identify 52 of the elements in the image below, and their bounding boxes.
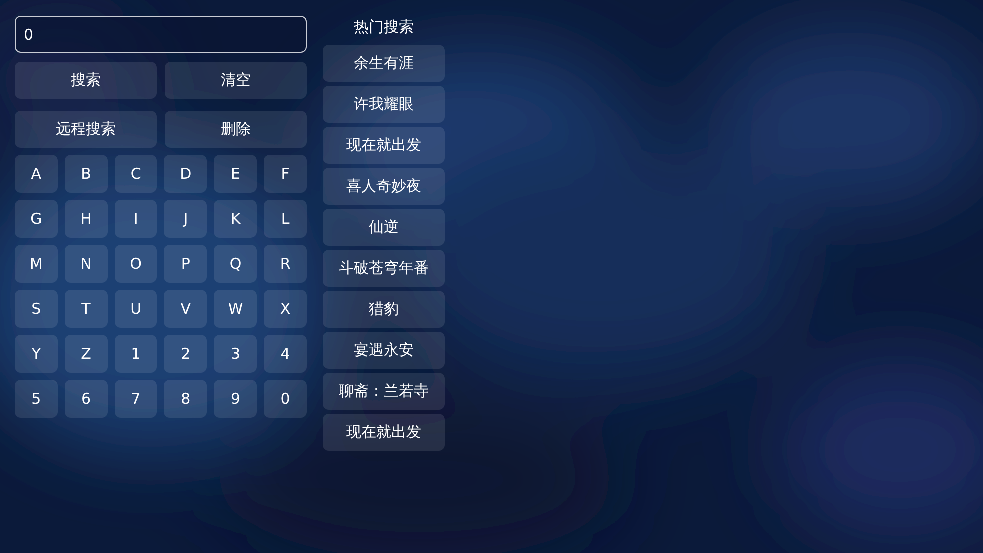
hot-search-item[interactable]: 宴遇永安 [323,332,445,369]
hot-search-item[interactable]: 聊斋：兰若寺 [323,373,445,410]
key-button[interactable]: T [64,290,108,328]
key-button[interactable]: 6 [64,380,108,418]
hot-search-title: 热门搜索 [353,17,415,38]
action-button[interactable]: 删除 [165,111,307,148]
key-button[interactable]: R [264,245,307,283]
key-button[interactable]: L [264,200,307,238]
key-button[interactable]: H [64,200,108,238]
key-button[interactable]: X [264,290,307,328]
search-field[interactable]: 0 [15,16,307,53]
action-button[interactable]: 清空 [165,62,307,99]
key-button[interactable]: W [214,290,258,328]
key-button[interactable]: 9 [214,380,258,418]
hot-search-item[interactable]: 余生有涯 [323,45,445,82]
key-button[interactable]: E [214,155,258,193]
key-button[interactable]: S [15,290,58,328]
key-button[interactable]: 7 [114,380,158,418]
key-button[interactable]: 0 [264,380,307,418]
key-button[interactable]: 1 [114,335,158,373]
key-button[interactable]: F [264,155,307,193]
key-button[interactable]: D [164,155,208,193]
key-button[interactable]: G [15,200,58,238]
key-button[interactable]: P [164,245,208,283]
key-button[interactable]: 2 [164,335,208,373]
key-button[interactable]: Q [214,245,258,283]
hot-search-item[interactable]: 猎豹 [323,291,445,328]
hot-search-item[interactable]: 斗破苍穹年番 [323,250,445,287]
key-button[interactable]: B [64,155,108,193]
key-button[interactable]: 8 [164,380,208,418]
key-button[interactable]: M [15,245,58,283]
action-button[interactable]: 远程搜索 [15,111,157,148]
key-button[interactable]: 5 [15,380,58,418]
key-button[interactable]: 3 [214,335,258,373]
key-button[interactable]: C [114,155,158,193]
key-button[interactable]: I [114,200,158,238]
key-button[interactable]: Z [64,335,108,373]
key-button[interactable]: 4 [264,335,307,373]
hot-search-item[interactable]: 现在就出发 [323,127,445,164]
key-button[interactable]: J [164,200,208,238]
key-button[interactable]: U [114,290,158,328]
hot-search-item[interactable]: 现在就出发 [323,414,445,451]
key-button[interactable]: K [214,200,258,238]
key-button[interactable]: V [164,290,208,328]
key-button[interactable]: Y [15,335,58,373]
key-button[interactable]: O [114,245,158,283]
hot-search-item[interactable]: 许我耀眼 [323,86,445,123]
key-button[interactable]: N [64,245,108,283]
action-button[interactable]: 搜索 [15,62,157,99]
key-button[interactable]: A [15,155,58,193]
hot-search-item[interactable]: 喜人奇妙夜 [323,168,445,205]
hot-search-item[interactable]: 仙逆 [323,209,445,246]
